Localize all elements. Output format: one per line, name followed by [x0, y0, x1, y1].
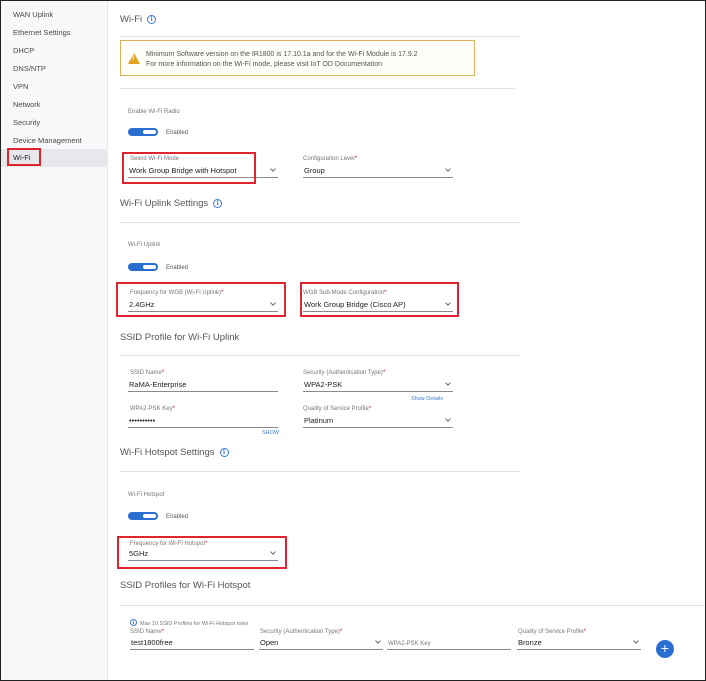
enable-wifi-radio-state: Enabled — [166, 130, 189, 136]
wifi-uplink-toggle[interactable] — [128, 263, 158, 271]
sidebar-item-dhcp[interactable]: DHCP — [1, 42, 108, 60]
warning-glyph: ! — [132, 55, 135, 62]
hotspot-frequency-select[interactable]: 5GHz — [128, 548, 278, 561]
hotspot-frequency-label: Frequency for Wi-Fi Hotspot* — [130, 541, 208, 547]
uplink-qos-value: Platinum — [304, 416, 334, 425]
sidebar-item-network[interactable]: Network — [1, 96, 108, 114]
warning-text: Minimum Software version on the IR1800 i… — [146, 50, 418, 70]
config-level-select[interactable]: Group — [303, 165, 453, 178]
add-ssid-profile-button[interactable]: + — [656, 640, 674, 658]
uplink-ssid-name-label: SSID Name* — [130, 370, 165, 376]
wifi-hotspot-toggle[interactable] — [128, 512, 158, 520]
warning-line-2: For more information on the Wi-Fi mode, … — [146, 61, 383, 68]
config-level-label: Configuration Level* — [303, 156, 358, 162]
warning-icon: ! — [128, 53, 140, 64]
chevron-down-icon — [270, 551, 276, 555]
warning-banner: ! Minimum Software version on the IR1800… — [120, 40, 475, 76]
hotspot-security-select[interactable]: Open — [259, 637, 383, 650]
hotspot-ssid-name-label: SSID Name* — [130, 629, 165, 635]
info-icon[interactable]: i — [213, 199, 223, 208]
sidebar-item-wan-uplink[interactable]: WAN Uplink — [1, 6, 108, 24]
wgb-frequency-select[interactable]: 2.4GHz — [128, 299, 278, 312]
wifi-uplink-state: Enabled — [166, 265, 189, 271]
divider — [120, 88, 515, 89]
wifi-hotspot-settings-title: Wi-Fi Hotspot Settings i — [120, 447, 229, 458]
hotspot-security-label: Security (Authentication Type)* — [260, 629, 343, 635]
uplink-qos-label: Quality of Service Profile* — [303, 406, 372, 412]
wifi-hotspot-label: Wi-Fi Hotspot — [128, 492, 165, 498]
sidebar-item-security[interactable]: Security — [1, 114, 108, 132]
wifi-uplink-label: Wi-Fi Uplink — [128, 242, 161, 248]
ssid-uplink-title: SSID Profile for Wi-Fi Uplink — [120, 332, 240, 343]
chevron-down-icon — [445, 382, 451, 386]
main-content: Wi-Fi i ! Minimum Software version on the… — [108, 1, 705, 680]
config-level-value: Group — [304, 166, 325, 175]
uplink-ssid-name-input[interactable]: RaMA-Enterprise — [128, 379, 278, 392]
wifi-title-text: Wi-Fi — [120, 14, 143, 25]
hotspot-security-value: Open — [260, 638, 279, 647]
divider — [120, 36, 520, 37]
sidebar-item-vpn[interactable]: VPN — [1, 78, 108, 96]
wgb-submode-label: WGB Sub-Mode Configuration* — [303, 290, 387, 296]
info-icon: i — [130, 619, 137, 626]
wgb-submode-select[interactable]: Work Group Bridge (Cisco AP) — [303, 299, 453, 312]
wgb-frequency-value: 2.4GHz — [129, 300, 155, 309]
uplink-psk-label: WPA2-PSK Key* — [130, 406, 175, 412]
hotspot-qos-label: Quality of Service Profile* — [518, 629, 587, 635]
ssid-hotspot-table: i Max 10 SSID Profiles for Wi-Fi Hotspot … — [120, 605, 704, 681]
settings-sidebar: WAN Uplink Ethernet Settings DHCP DNS/NT… — [1, 1, 108, 680]
uplink-psk-input[interactable]: •••••••••• — [128, 415, 278, 428]
sidebar-item-ethernet-settings[interactable]: Ethernet Settings — [1, 24, 108, 42]
wifi-uplink-settings-title: Wi-Fi Uplink Settings i — [120, 198, 223, 209]
uplink-qos-select[interactable]: Platinum — [303, 415, 453, 428]
uplink-security-label: Security (Authentication Type)* — [303, 370, 386, 376]
chevron-down-icon — [445, 418, 451, 422]
chevron-down-icon — [270, 168, 276, 172]
wifi-mode-value: Work Group Bridge with Hotspot — [129, 166, 237, 175]
warning-line-1: Minimum Software version on the IR1800 i… — [146, 51, 418, 58]
wgb-frequency-label: Frequency for WGB (Wi-Fi Uplink)* — [130, 290, 224, 296]
sidebar-item-device-management[interactable]: Device Management — [1, 132, 108, 150]
hotspot-psk-input[interactable] — [387, 637, 511, 650]
wifi-hotspot-state: Enabled — [166, 514, 189, 520]
divider — [120, 355, 520, 356]
enable-wifi-radio-label: Enable Wi-Fi Radio — [128, 109, 180, 115]
hotspot-qos-select[interactable]: Bronze — [517, 637, 641, 650]
max-profiles-note: i Max 10 SSID Profiles for Wi-Fi Hotspot … — [130, 619, 249, 627]
hotspot-frequency-value: 5GHz — [129, 549, 149, 558]
hotspot-ssid-name-input[interactable]: test1800free — [130, 637, 254, 650]
ssid-hotspot-title: SSID Profiles for Wi-Fi Hotspot — [120, 580, 251, 591]
chevron-down-icon — [445, 302, 451, 306]
wifi-mode-select[interactable]: Work Group Bridge with Hotspot — [128, 165, 278, 178]
sidebar-item-dns-ntp[interactable]: DNS/NTP — [1, 60, 108, 78]
hotspot-qos-value: Bronze — [518, 638, 542, 647]
chevron-down-icon — [270, 302, 276, 306]
uplink-security-select[interactable]: WPA2-PSK — [303, 379, 453, 392]
sidebar-item-wifi[interactable]: Wi-Fi — [1, 149, 108, 167]
chevron-down-icon — [375, 640, 381, 644]
enable-wifi-radio-toggle[interactable] — [128, 128, 158, 136]
show-psk-link[interactable]: SHOW — [262, 430, 279, 436]
wgb-submode-value: Work Group Bridge (Cisco AP) — [304, 300, 406, 309]
info-icon[interactable]: i — [219, 448, 229, 457]
divider — [120, 471, 520, 472]
uplink-security-value: WPA2-PSK — [304, 380, 343, 389]
chevron-down-icon — [633, 640, 639, 644]
wifi-section-title: Wi-Fi i — [120, 14, 157, 25]
chevron-down-icon — [445, 168, 451, 172]
show-details-link[interactable]: Show Details — [411, 396, 443, 402]
info-icon[interactable]: i — [147, 15, 157, 24]
divider — [120, 222, 520, 223]
wifi-mode-label: Select Wi-Fi Mode — [130, 156, 180, 162]
